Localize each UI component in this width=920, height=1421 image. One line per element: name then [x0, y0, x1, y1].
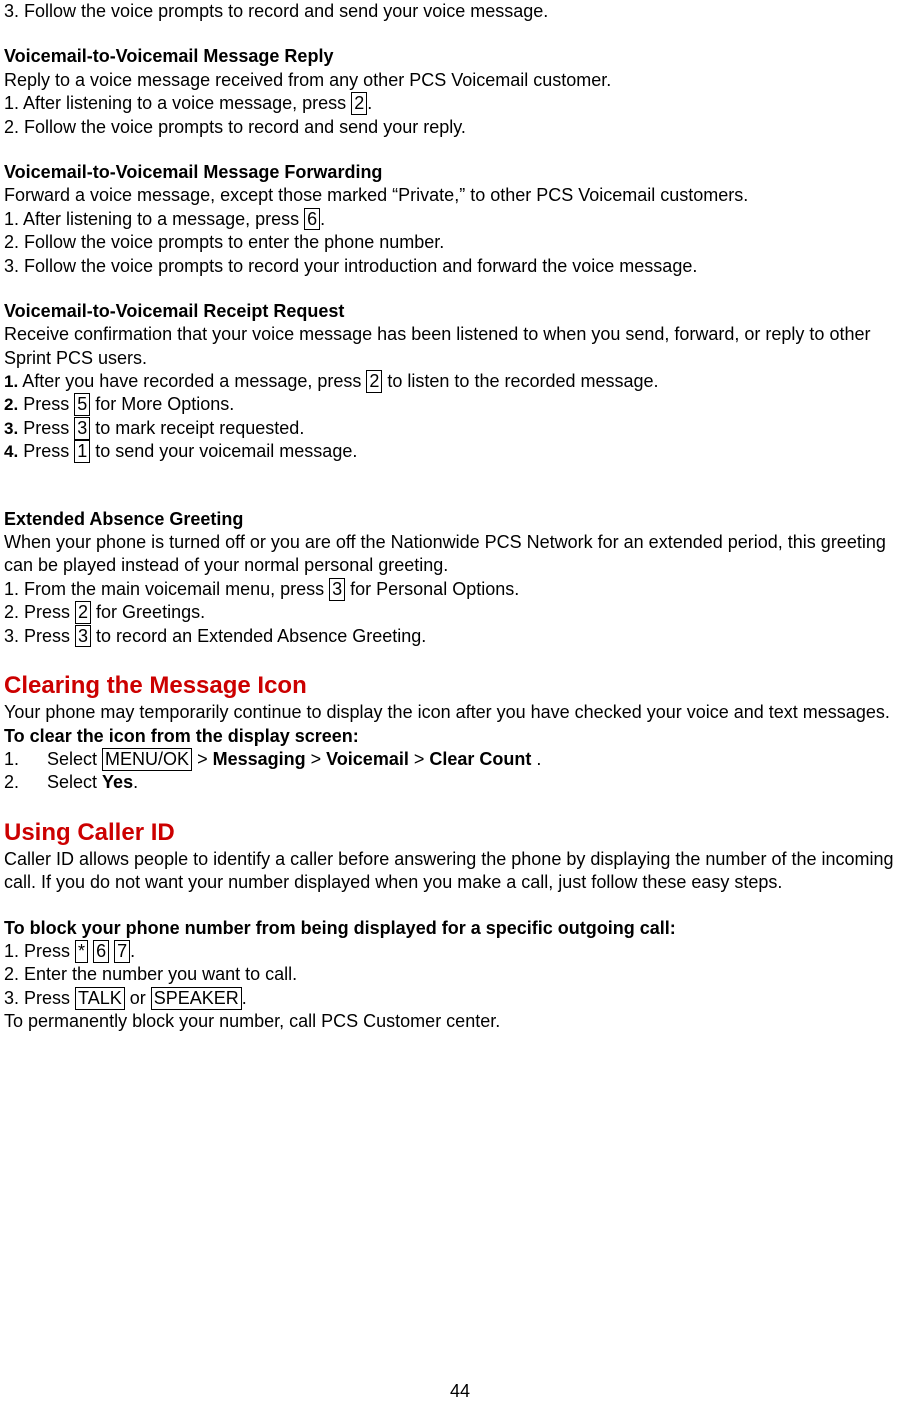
step-number: 2.: [4, 772, 19, 792]
text: 3. Press: [4, 988, 75, 1008]
heading-using-caller-id: Using Caller ID: [4, 817, 916, 848]
text: 1. From the main voicemail menu, press: [4, 579, 329, 599]
text: 3. Press: [4, 626, 75, 646]
text: Press: [18, 418, 74, 438]
key-3: 3: [75, 625, 91, 648]
clearing-step-2: 2. Select Yes.: [4, 771, 916, 794]
subhead-clearing: To clear the icon from the display scree…: [4, 725, 916, 748]
heading-vm-reply: Voicemail-to-Voicemail Message Reply: [4, 45, 916, 68]
forwarding-step-2: 2. Follow the voice prompts to enter the…: [4, 231, 916, 254]
text: 1. After listening to a message, press: [4, 209, 304, 229]
text: .: [531, 749, 541, 769]
text: Press: [18, 394, 74, 414]
text: 2. Press: [4, 602, 75, 622]
text: 1. After listening to a voice message, p…: [4, 93, 351, 113]
menu-clear-count: Clear Count: [429, 749, 531, 769]
text: >: [192, 749, 213, 769]
text: Select: [47, 749, 102, 769]
step-number: 2.: [4, 395, 18, 414]
intro-step-3: 3. Follow the voice prompts to record an…: [4, 0, 916, 23]
text: for Personal Options.: [345, 579, 519, 599]
desc-vm-receipt: Receive confirmation that your voice mes…: [4, 323, 916, 370]
key-3: 3: [74, 417, 90, 440]
desc-caller-id: Caller ID allows people to identify a ca…: [4, 848, 916, 895]
extended-step-3: 3. Press 3 to record an Extended Absence…: [4, 625, 916, 648]
heading-clearing-message-icon: Clearing the Message Icon: [4, 670, 916, 701]
key-6: 6: [93, 940, 109, 963]
text: >: [306, 749, 327, 769]
receipt-step-1: 1. After you have recorded a message, pr…: [4, 370, 916, 393]
reply-step-2: 2. Follow the voice prompts to record an…: [4, 116, 916, 139]
desc-vm-forwarding: Forward a voice message, except those ma…: [4, 184, 916, 207]
receipt-step-2: 2. Press 5 for More Options.: [4, 393, 916, 416]
reply-step-1: 1. After listening to a voice message, p…: [4, 92, 916, 115]
receipt-step-4: 4. Press 1 to send your voicemail messag…: [4, 440, 916, 463]
subhead-block-number: To block your phone number from being di…: [4, 917, 916, 940]
desc-vm-reply: Reply to a voice message received from a…: [4, 69, 916, 92]
key-2: 2: [366, 370, 382, 393]
option-yes: Yes: [102, 772, 133, 792]
text: After you have recorded a message, press: [18, 371, 366, 391]
page-number: 44: [4, 1380, 916, 1403]
text: .: [320, 209, 325, 229]
key-2: 2: [351, 92, 367, 115]
desc-clearing: Your phone may temporarily continue to d…: [4, 701, 916, 724]
text: or: [125, 988, 151, 1008]
desc-extended-absence: When your phone is turned off or you are…: [4, 531, 916, 578]
heading-vm-forwarding: Voicemail-to-Voicemail Message Forwardin…: [4, 161, 916, 184]
text: for Greetings.: [91, 602, 205, 622]
step-number: 4.: [4, 442, 18, 461]
key-1: 1: [74, 440, 90, 463]
text: .: [242, 988, 247, 1008]
text: .: [133, 772, 138, 792]
extended-step-2: 2. Press 2 for Greetings.: [4, 601, 916, 624]
extended-step-1: 1. From the main voicemail menu, press 3…: [4, 578, 916, 601]
text: to listen to the recorded message.: [382, 371, 658, 391]
text: >: [409, 749, 430, 769]
key-3: 3: [329, 578, 345, 601]
step-number: 3.: [4, 419, 18, 438]
key-talk: TALK: [75, 987, 125, 1010]
key-star: *: [75, 940, 88, 963]
step-number: 1.: [4, 372, 18, 391]
text: 1. Press: [4, 941, 75, 961]
heading-vm-receipt: Voicemail-to-Voicemail Receipt Request: [4, 300, 916, 323]
step-text: Follow the voice prompts to record and s…: [19, 1, 548, 21]
key-7: 7: [114, 940, 130, 963]
clearing-step-1: 1. Select MENU/OK > Messaging > Voicemail…: [4, 748, 916, 771]
key-5: 5: [74, 393, 90, 416]
key-speaker: SPEAKER: [151, 987, 242, 1010]
text: for More Options.: [90, 394, 234, 414]
menu-messaging: Messaging: [213, 749, 306, 769]
forwarding-step-3: 3. Follow the voice prompts to record yo…: [4, 255, 916, 278]
forwarding-step-1: 1. After listening to a message, press 6…: [4, 208, 916, 231]
step-number: 1.: [4, 749, 19, 769]
callerid-step-3: 3. Press TALK or SPEAKER.: [4, 987, 916, 1010]
text: to record an Extended Absence Greeting.: [91, 626, 426, 646]
text: .: [367, 93, 372, 113]
text: to send your voicemail message.: [90, 441, 357, 461]
key-menu-ok: MENU/OK: [102, 748, 192, 771]
text: Press: [18, 441, 74, 461]
step-number: 3.: [4, 1, 19, 21]
callerid-tail: To permanently block your number, call P…: [4, 1010, 916, 1033]
callerid-step-1: 1. Press * 6 7.: [4, 940, 916, 963]
manual-page: 3. Follow the voice prompts to record an…: [4, 0, 916, 1320]
key-2: 2: [75, 601, 91, 624]
receipt-step-3: 3. Press 3 to mark receipt requested.: [4, 417, 916, 440]
text: .: [130, 941, 135, 961]
text: to mark receipt requested.: [90, 418, 304, 438]
key-6: 6: [304, 208, 320, 231]
callerid-step-2: 2. Enter the number you want to call.: [4, 963, 916, 986]
text: Select: [47, 772, 102, 792]
menu-voicemail: Voicemail: [326, 749, 409, 769]
heading-extended-absence: Extended Absence Greeting: [4, 508, 916, 531]
